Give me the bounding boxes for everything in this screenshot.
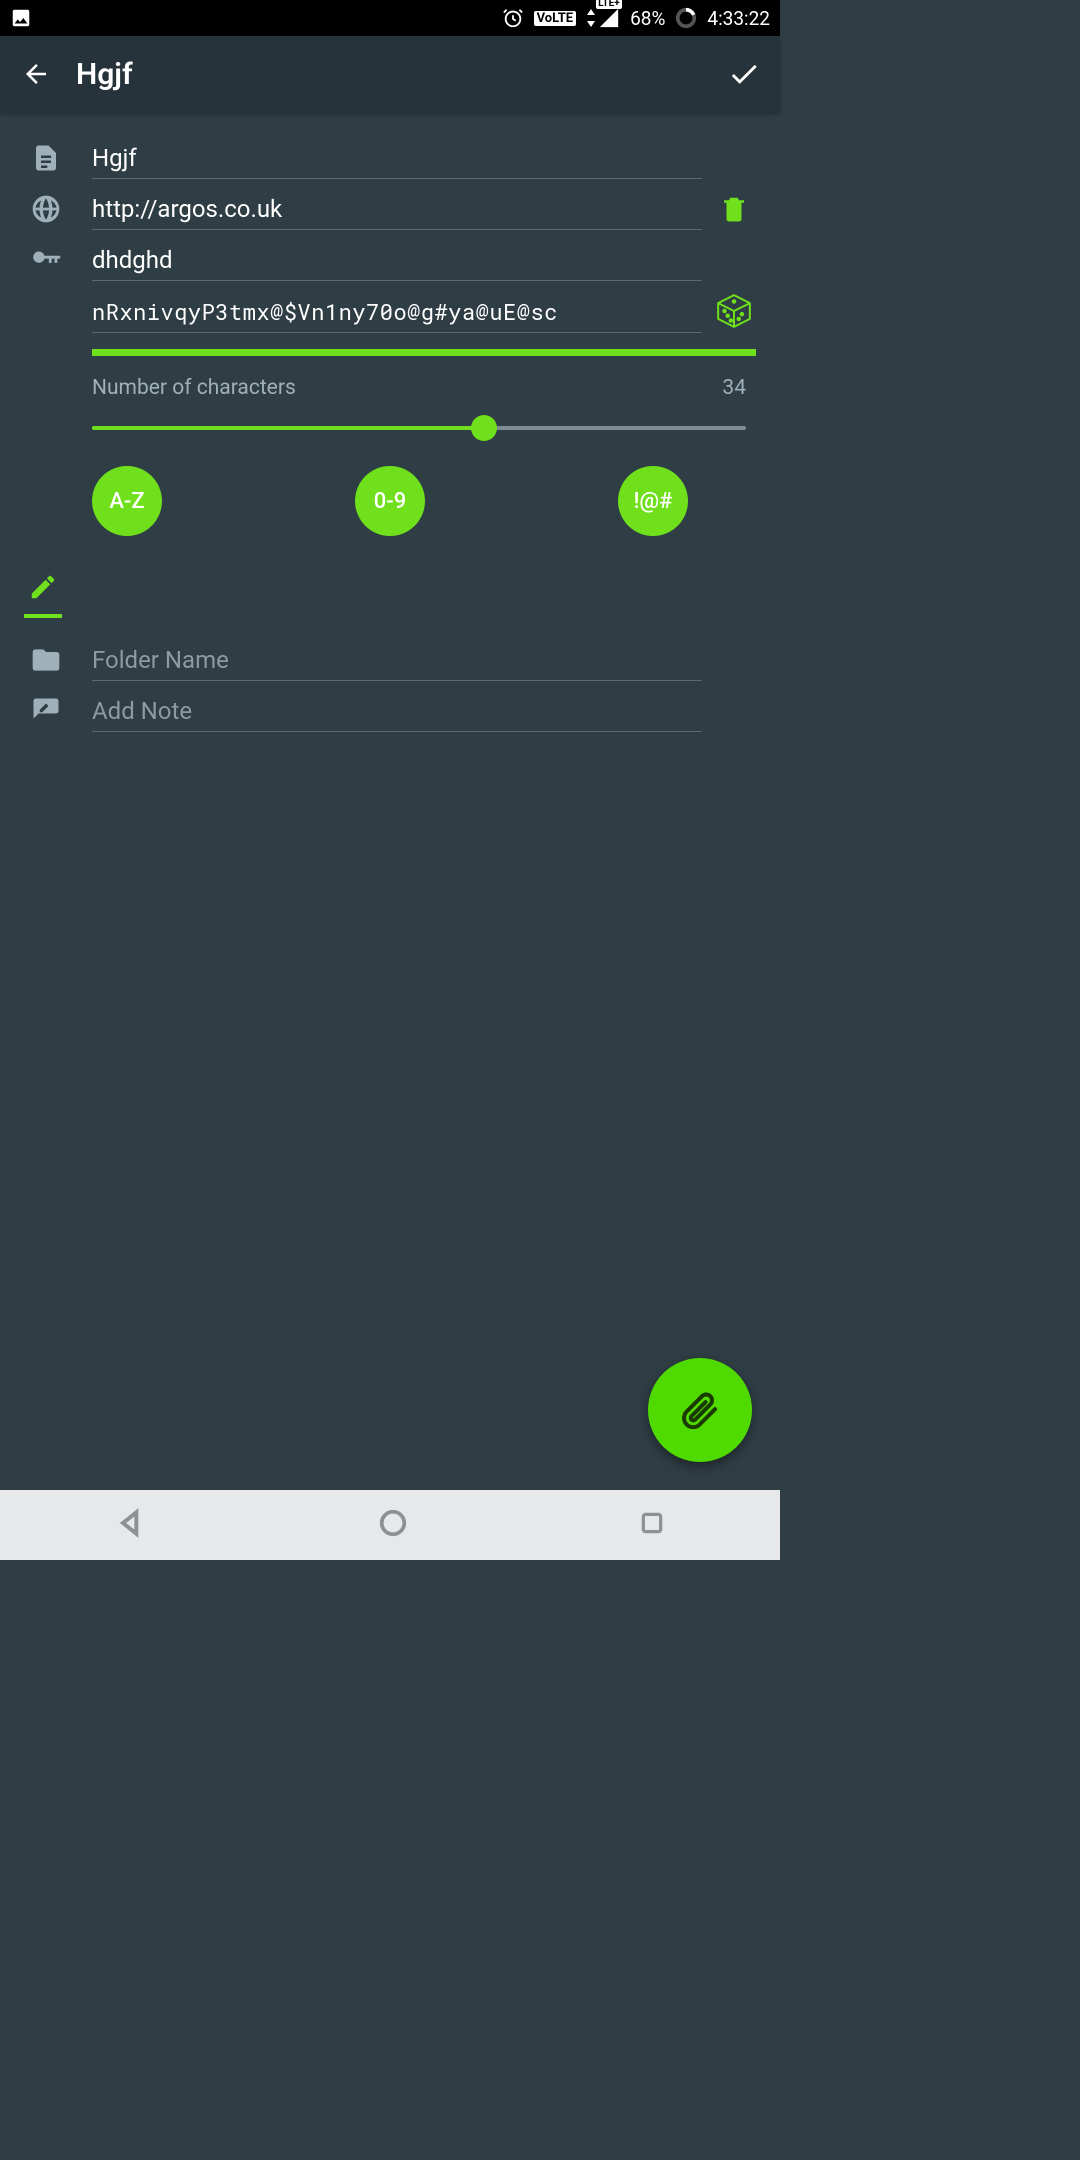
length-value: 34 [722,376,746,400]
note-input[interactable] [92,689,702,732]
photo-icon [10,7,32,29]
chip-letters[interactable]: A-Z [92,466,162,536]
nav-home-button[interactable] [378,1508,408,1542]
lte-badge: LTE+ [596,0,622,9]
alarm-icon [502,7,524,29]
chip-numbers[interactable]: 0-9 [355,466,425,536]
battery-ring-icon [675,7,697,29]
key-icon [24,243,68,277]
edit-tab-bar [24,566,756,618]
password-length-section: Number of characters 34 [92,376,746,430]
paperclip-icon [680,1390,720,1430]
note-icon [24,696,68,726]
username-input[interactable] [92,238,702,281]
nav-back-button[interactable] [115,1507,147,1543]
url-input[interactable] [92,187,702,230]
nav-recent-icon [639,1510,665,1536]
clock-time: 4:33:22 [707,7,770,30]
confirm-button[interactable] [720,50,768,98]
attach-fab[interactable] [648,1358,752,1462]
dice-icon [715,292,753,330]
signal-icon [598,7,620,29]
status-bar: VoLTE LTE+ 68% 4:33:22 [0,0,780,36]
updown-icon [586,9,596,27]
folder-icon [24,644,68,676]
title-input[interactable] [92,136,702,179]
password-input[interactable] [92,289,702,333]
length-label: Number of characters [92,376,296,400]
globe-icon [24,193,68,225]
slider-fill [92,426,484,430]
pencil-icon [28,572,58,602]
battery-percent: 68% [630,7,665,30]
app-bar: Hgjf [0,36,780,112]
trash-icon [719,194,749,224]
charset-chips: A-Z 0-9 !@# [92,466,688,536]
password-strength-bar [92,349,756,356]
arrow-back-icon [21,59,51,89]
content-area: Number of characters 34 A-Z 0-9 !@# [0,112,780,1490]
document-icon [24,143,68,173]
delete-url-button[interactable] [712,194,756,224]
generate-password-button[interactable] [712,292,756,330]
volte-badge: VoLTE [534,11,577,26]
nav-home-icon [378,1508,408,1538]
length-slider[interactable] [92,426,746,430]
folder-input[interactable] [92,638,702,681]
system-nav-bar [0,1490,780,1560]
slider-thumb[interactable] [471,415,497,441]
nav-back-icon [115,1507,147,1539]
check-icon [727,57,761,91]
edit-tab[interactable] [24,566,62,618]
back-button[interactable] [12,50,60,98]
chip-symbols[interactable]: !@# [618,466,688,536]
page-title: Hgjf [76,57,133,92]
nav-recent-button[interactable] [639,1510,665,1540]
